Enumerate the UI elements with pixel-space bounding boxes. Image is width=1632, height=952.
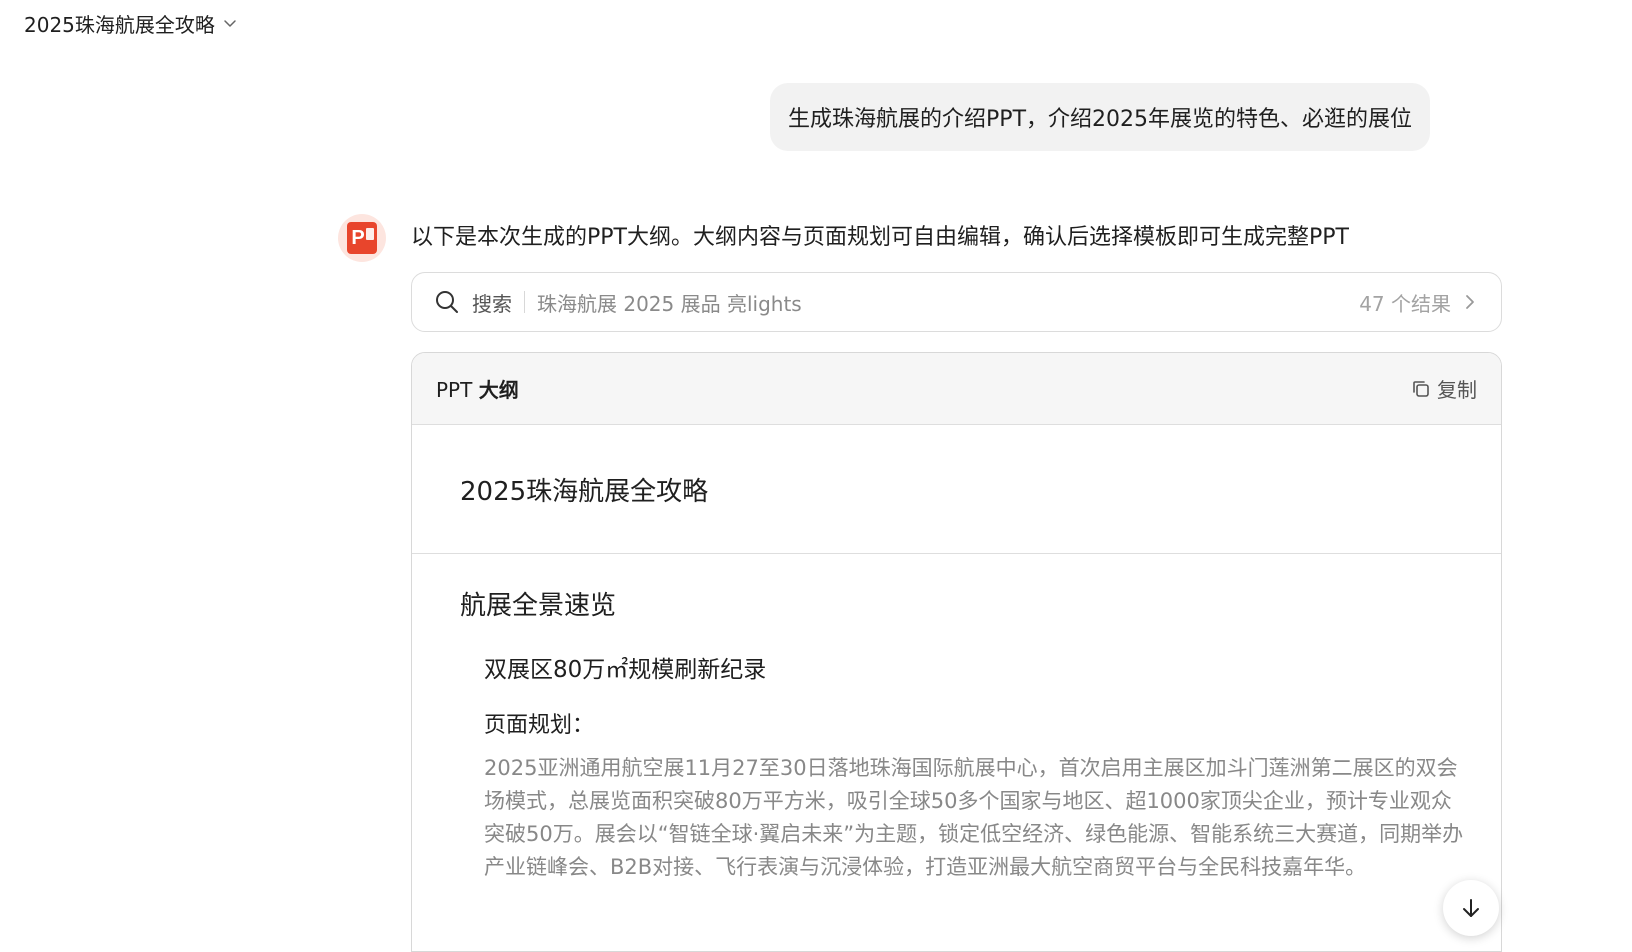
- search-result-count: 47 个结果: [1359, 291, 1451, 316]
- search-label: 搜索: [472, 291, 512, 316]
- arrow-down-icon: [1459, 896, 1483, 920]
- outline-header-bold: 大纲: [478, 378, 519, 402]
- outline-doc-title[interactable]: 2025珠海航展全攻略: [412, 425, 1501, 554]
- search-icon: [434, 289, 460, 315]
- outline-section: 航展全景速览 双展区80万㎡规模刷新纪录 页面规划： 2025亚洲通用航空展11…: [412, 554, 1501, 884]
- ppt-icon: P: [347, 222, 377, 254]
- conversation-title-dropdown[interactable]: 2025珠海航展全攻略: [24, 8, 237, 38]
- page-plan-label: 页面规划：: [484, 713, 595, 738]
- outline-header-title: PPT 大纲: [436, 374, 519, 403]
- ppt-outline-card: PPT 大纲 复制 2025珠海航展全攻略 航展全景速览 双展区80万㎡规模刷新…: [411, 352, 1502, 952]
- copy-label: 复制: [1437, 378, 1477, 402]
- doc-title-text: 2025珠海航展全攻略: [460, 476, 709, 507]
- chevron-down-icon: [223, 16, 237, 30]
- user-message-text: 生成珠海航展的介绍PPT，介绍2025年展览的特色、必逛的展位: [788, 107, 1412, 132]
- avatar-letter: P: [351, 226, 365, 249]
- assistant-intro-text: 以下是本次生成的PPT大纲。大纲内容与页面规划可自由编辑，确认后选择模板即可生成…: [411, 225, 1349, 250]
- copy-icon: [1411, 379, 1431, 399]
- outline-header-prefix: PPT: [436, 378, 479, 402]
- search-query: 珠海航展 2025 展品 亮lights: [537, 291, 802, 316]
- copy-button[interactable]: 复制: [1411, 374, 1477, 403]
- section-subtitle[interactable]: 双展区80万㎡规模刷新纪录: [484, 654, 1453, 686]
- search-results-bar[interactable]: 搜索 珠海航展 2025 展品 亮lights 47 个结果: [411, 272, 1502, 332]
- search-divider: [524, 291, 525, 313]
- scroll-to-bottom-button[interactable]: [1443, 880, 1499, 936]
- section-title[interactable]: 航展全景速览: [460, 588, 1453, 624]
- outline-header: PPT 大纲 复制: [412, 353, 1501, 425]
- assistant-avatar: P: [338, 214, 386, 262]
- chevron-right-icon[interactable]: [1461, 293, 1479, 311]
- user-message-bubble: 生成珠海航展的介绍PPT，介绍2025年展览的特色、必逛的展位: [770, 83, 1430, 151]
- page-plan-text[interactable]: 2025亚洲通用航空展11月27至30日落地珠海国际航展中心，首次启用主展区加斗…: [484, 752, 1469, 884]
- conversation-title: 2025珠海航展全攻略: [24, 12, 215, 37]
